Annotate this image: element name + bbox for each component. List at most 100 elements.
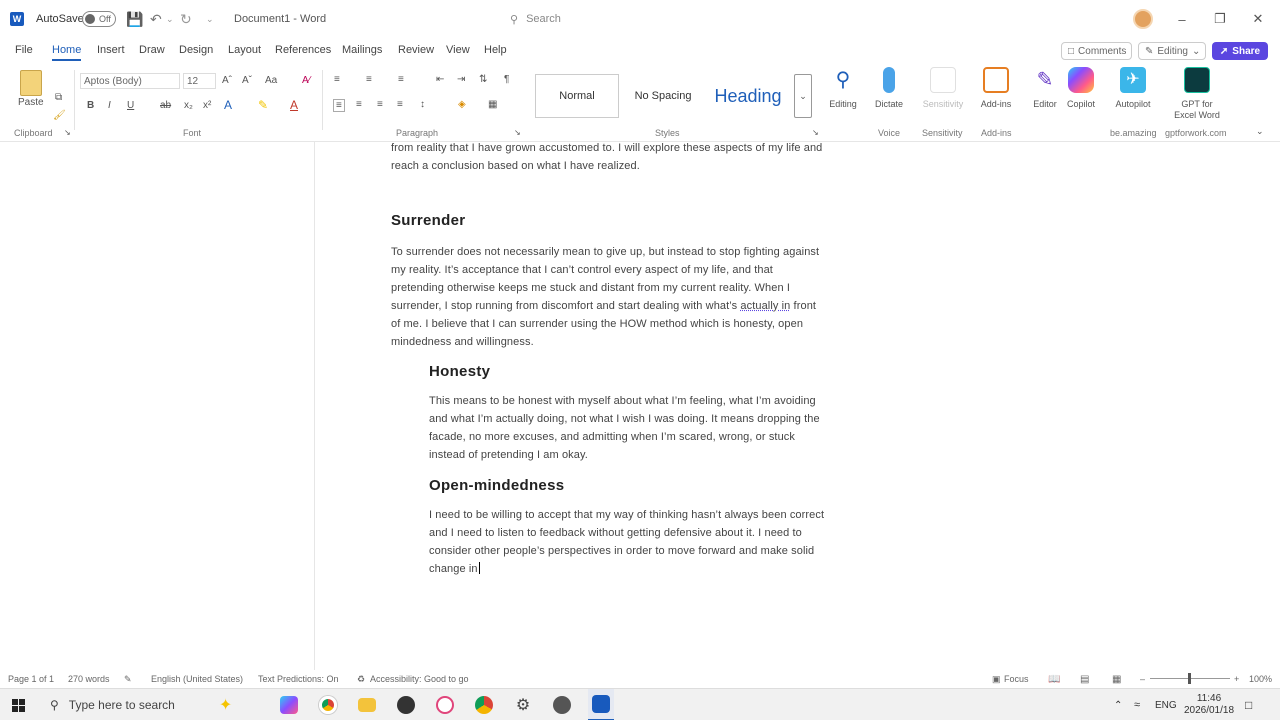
- zoom-out-icon[interactable]: –: [1140, 674, 1145, 684]
- bullets-icon[interactable]: ≡: [334, 74, 340, 85]
- heading-open-mindedness[interactable]: Open-mindedness: [429, 477, 564, 494]
- strikethrough-icon[interactable]: ab: [160, 100, 171, 111]
- heading-honesty[interactable]: Honesty: [429, 363, 490, 380]
- paragraph-line[interactable]: This means to be honest with myself abou…: [429, 392, 816, 410]
- settings-gear-icon[interactable]: ⚙: [512, 689, 534, 720]
- paragraph-line[interactable]: of me. I believe that I can surrender us…: [391, 315, 803, 333]
- read-mode-icon[interactable]: 📖: [1048, 674, 1060, 685]
- increase-indent-icon[interactable]: ⇥: [457, 74, 465, 85]
- grow-font-icon[interactable]: Aˆ: [222, 75, 232, 86]
- copilot-taskbar-icon[interactable]: [278, 689, 300, 720]
- heading-surrender[interactable]: Surrender: [391, 212, 465, 229]
- underline-icon[interactable]: U: [127, 100, 134, 111]
- paragraph-line[interactable]: facade, no more excuses, and admitting w…: [429, 428, 795, 446]
- restore-icon[interactable]: ❐: [1201, 11, 1239, 27]
- paragraph-line[interactable]: change in: [429, 560, 480, 578]
- avatar[interactable]: [1133, 9, 1153, 29]
- paragraph-line[interactable]: instead of pretending I am okay.: [429, 446, 588, 464]
- styles-gallery-expand[interactable]: ⌄: [794, 74, 812, 118]
- align-right-icon[interactable]: ≡: [377, 99, 383, 110]
- tab-help[interactable]: Help: [484, 44, 507, 56]
- sort-icon[interactable]: ⇅: [479, 74, 487, 85]
- chrome-profile-icon[interactable]: [473, 689, 495, 720]
- copy-icon[interactable]: ⧉: [55, 92, 62, 103]
- undo-dropdown-icon[interactable]: ⌄: [166, 0, 174, 38]
- comments-button[interactable]: □ Comments: [1061, 42, 1132, 60]
- obs-icon[interactable]: [395, 689, 417, 720]
- multilevel-list-icon[interactable]: ≡: [398, 74, 404, 85]
- dialog-launcher-icon[interactable]: ↘: [514, 128, 521, 137]
- editing-button[interactable]: ⚲ Editing: [818, 67, 868, 110]
- paste-icon[interactable]: [20, 70, 42, 96]
- paragraph-line[interactable]: from reality that I have grown accustome…: [391, 142, 822, 157]
- print-layout-icon[interactable]: ▤: [1080, 674, 1089, 685]
- paragraph-line[interactable]: surrender, I stop running from discomfor…: [391, 297, 816, 315]
- align-center-icon[interactable]: ≡: [356, 99, 362, 110]
- paragraph-line[interactable]: mindedness and willingness.: [391, 333, 534, 351]
- style-heading[interactable]: Heading: [706, 74, 790, 118]
- notifications-icon[interactable]: □: [1245, 689, 1252, 720]
- tab-insert[interactable]: Insert: [97, 44, 125, 56]
- dictate-button[interactable]: Dictate: [864, 67, 914, 110]
- zoom-level[interactable]: 100%: [1249, 674, 1272, 684]
- justify-icon[interactable]: ≡: [397, 99, 403, 110]
- wifi-icon[interactable]: ≈: [1134, 689, 1140, 720]
- tab-references[interactable]: References: [275, 44, 331, 56]
- word-taskbar-icon[interactable]: [588, 689, 614, 720]
- tab-review[interactable]: Review: [398, 44, 434, 56]
- paragraph-line[interactable]: reach a conclusion based on what I have …: [391, 157, 640, 175]
- paragraph-line[interactable]: and I need to listen to feedback without…: [429, 524, 802, 542]
- tab-design[interactable]: Design: [179, 44, 213, 56]
- autopilot-button[interactable]: ✈ Autopilot: [1108, 67, 1158, 110]
- file-explorer-icon[interactable]: [356, 689, 378, 720]
- paragraph-line[interactable]: consider other people’s perspectives in …: [429, 542, 814, 560]
- subscript-icon[interactable]: x₂: [184, 100, 193, 111]
- superscript-icon[interactable]: x²: [203, 100, 211, 111]
- change-case-icon[interactable]: Aa: [265, 75, 277, 86]
- tab-view[interactable]: View: [446, 44, 470, 56]
- tab-draw[interactable]: Draw: [139, 44, 165, 56]
- accessibility-status[interactable]: Accessibility: Good to go: [370, 674, 469, 684]
- save-icon[interactable]: 💾: [126, 0, 143, 38]
- proofing-icon[interactable]: ✎: [124, 674, 132, 685]
- editing-mode-button[interactable]: ✎ Editing ⌄: [1138, 42, 1206, 60]
- document-area[interactable]: from reality that I have grown accustome…: [0, 142, 1280, 670]
- format-painter-icon[interactable]: 🖌: [53, 110, 66, 121]
- paste-label[interactable]: Paste: [18, 97, 44, 108]
- tab-layout[interactable]: Layout: [228, 44, 261, 56]
- minimize-icon[interactable]: –: [1163, 12, 1201, 27]
- language-indicator[interactable]: English (United States): [151, 674, 243, 684]
- app-taskbar-icon[interactable]: [551, 689, 573, 720]
- focus-label[interactable]: Focus: [1004, 674, 1029, 684]
- clock[interactable]: 11:46 2026/01/18: [1183, 689, 1235, 720]
- font-color-icon[interactable]: A: [290, 98, 298, 112]
- grammar-suggestion[interactable]: actually in: [740, 300, 790, 312]
- style-normal[interactable]: Normal: [535, 74, 619, 118]
- chrome-icon[interactable]: [317, 689, 339, 720]
- tray-overflow-icon[interactable]: ⌃: [1114, 689, 1122, 720]
- collapse-ribbon-icon[interactable]: ⌄: [1256, 126, 1264, 137]
- undo-icon[interactable]: ↶: [150, 0, 162, 38]
- tab-mailings[interactable]: Mailings: [342, 44, 382, 56]
- close-icon[interactable]: ✕: [1239, 11, 1277, 27]
- text-predictions[interactable]: Text Predictions: On: [258, 674, 339, 684]
- page-count[interactable]: Page 1 of 1: [8, 674, 54, 684]
- bold-icon[interactable]: B: [87, 100, 94, 111]
- text-effects-icon[interactable]: A: [224, 98, 232, 112]
- sensitivity-button[interactable]: Sensitivity: [918, 67, 968, 110]
- dialog-launcher-icon[interactable]: ↘: [64, 128, 71, 137]
- addins-button[interactable]: Add-ins: [971, 67, 1021, 110]
- style-no-spacing[interactable]: No Spacing: [624, 74, 702, 118]
- italic-icon[interactable]: I: [108, 100, 111, 111]
- tab-home[interactable]: Home: [52, 44, 82, 61]
- zoom-in-icon[interactable]: +: [1234, 674, 1239, 684]
- dialog-launcher-icon[interactable]: ↘: [812, 128, 819, 137]
- search-input[interactable]: ⚲ Search: [502, 7, 782, 31]
- share-button[interactable]: ➚ Share: [1212, 42, 1268, 60]
- snipping-tool-icon[interactable]: [434, 689, 456, 720]
- show-marks-icon[interactable]: ¶: [504, 74, 509, 85]
- redo-icon[interactable]: ↻: [180, 0, 192, 38]
- customize-qat-icon[interactable]: ⌄: [206, 0, 214, 38]
- highlight-icon[interactable]: ✎: [258, 98, 268, 112]
- align-left-icon[interactable]: ≡: [333, 99, 345, 112]
